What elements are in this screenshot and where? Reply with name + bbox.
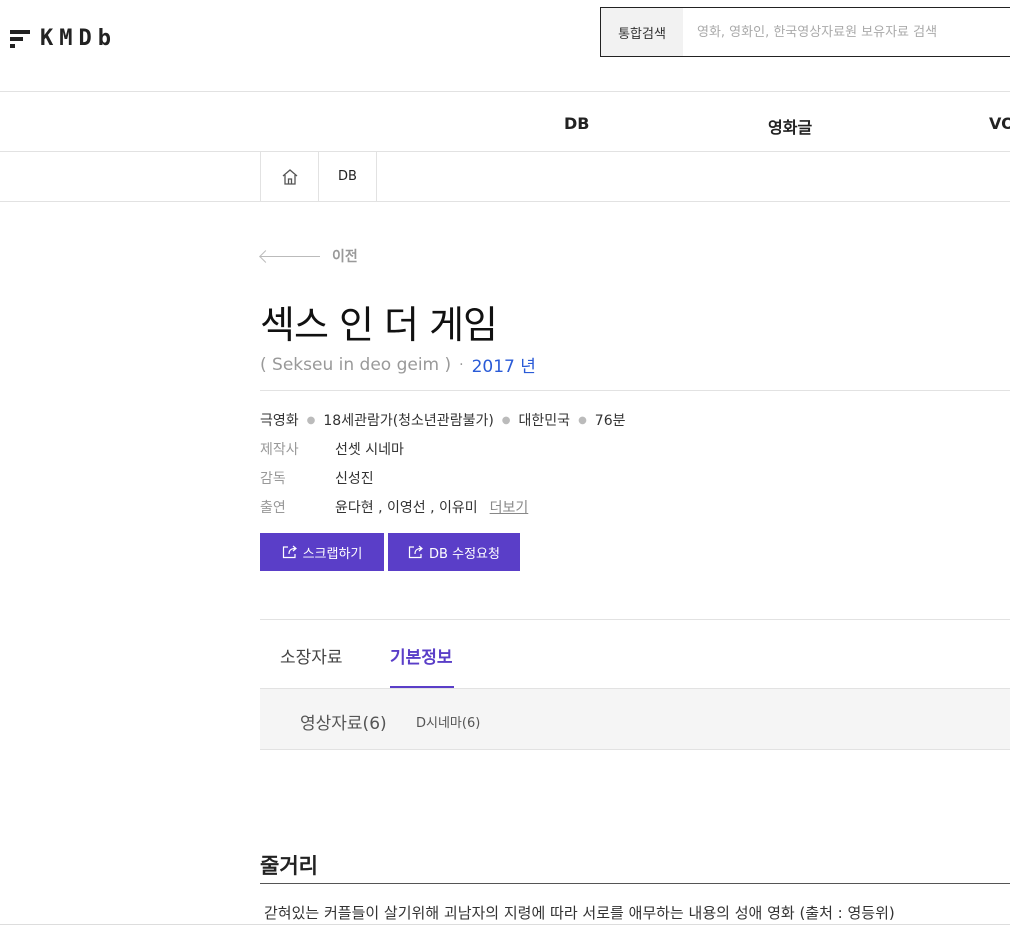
movie-romanized-title: ( Sekseu in deo geim ) [260,354,452,375]
share-icon [282,545,297,559]
logo-mark-icon [10,28,30,50]
info-value: 신성진 [335,471,374,487]
nav-item-film-writing[interactable]: 영화글 [768,114,812,138]
divider [0,924,1010,925]
back-label: 이전 [332,249,358,265]
breadcrumb: DB [0,152,1010,202]
movie-meta: 극영화 ● 18세관람가(청소년관람불가) ● 대한민국 ● 76분 [260,410,626,430]
db-edit-request-button[interactable]: DB 수정요청 [388,533,520,571]
movie-year: 2017 년 [471,357,536,377]
arrow-left-icon [260,255,320,257]
kmdb-logo[interactable]: KMDb [10,26,117,51]
cast-more-link[interactable]: 더보기 [490,497,529,517]
search-category-select[interactable]: 통합검색 [601,8,683,56]
info-value: 윤다현 , 이영선 , 이유미 [335,500,478,516]
synopsis-title: 줄거리 [260,854,318,878]
separator: ● [501,414,511,426]
site-header: KMDb 통합검색 [0,0,1010,92]
share-icon [408,545,423,559]
back-link[interactable]: 이전 [260,246,358,266]
separator: ● [578,414,587,426]
divider [260,390,1010,391]
divider [260,883,1010,884]
home-icon [282,168,297,185]
search-box: 통합검색 [600,7,1010,57]
movie-runtime: 76분 [594,413,626,429]
info-row-production: 제작사 선셋 시네마 [260,439,404,459]
breadcrumb-db[interactable]: DB [318,152,377,201]
info-label: 제작사 [260,442,299,458]
nav-item-db[interactable]: DB [564,114,589,133]
logo-text: KMDb [40,26,117,51]
global-nav: DB 영화글 VO [0,92,1010,152]
subtab-video[interactable]: 영상자료(6) [300,709,387,734]
subtab-dcinema[interactable]: D시네마(6) [416,712,480,731]
movie-genre: 극영화 [260,413,299,429]
separator: ● [306,414,316,426]
edit-request-label: DB 수정요청 [429,546,500,562]
breadcrumb-home[interactable] [260,152,318,201]
subtab-bar: 영상자료(6) D시네마(6) [260,688,1010,750]
movie-country: 대한민국 [518,413,571,429]
divider [260,619,1010,620]
info-label: 출연 [260,500,286,516]
separator: · [459,356,464,373]
scrap-button[interactable]: 스크랩하기 [260,533,384,571]
info-label: 감독 [260,471,286,487]
scrap-label: 스크랩하기 [302,546,363,562]
info-row-director: 감독 신성진 [260,468,374,488]
search-input[interactable] [683,8,1010,56]
tab-collection[interactable]: 소장자료 [280,643,343,668]
info-value: 선셋 시네마 [335,442,404,458]
tab-basic-info[interactable]: 기본정보 [390,643,453,668]
movie-subline: ( Sekseu in deo geim ) · 2017 년 [260,352,536,378]
nav-item-vod[interactable]: VO [989,114,1010,133]
synopsis-text: 갇혀있는 커플들이 살기위해 괴남자의 지령에 따라 서로를 애무하는 내용의 … [264,904,895,922]
movie-rating: 18세관람가(청소년관람불가) [323,413,494,429]
movie-title: 섹스 인 더 게임 [260,303,498,347]
info-row-cast: 출연 윤다현 , 이영선 , 이유미 더보기 [260,497,528,517]
